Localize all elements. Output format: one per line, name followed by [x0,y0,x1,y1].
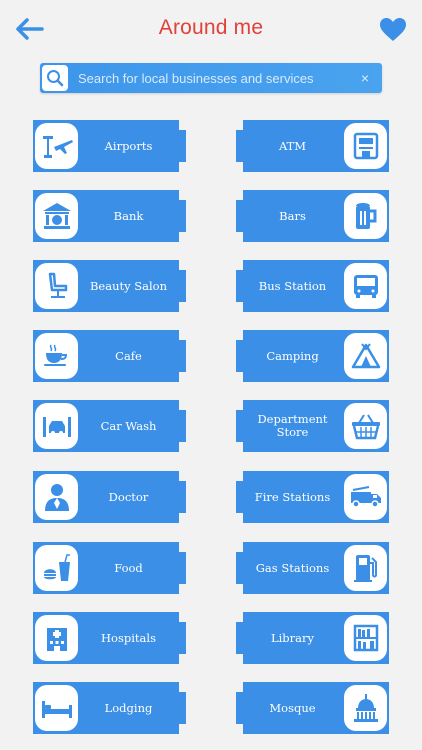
category-label: Doctor [108,489,149,504]
search-icon [47,70,64,87]
category-tile-cafe[interactable]: Cafe [33,330,189,382]
heart-icon [380,17,406,41]
category-label: Department Store [257,412,328,439]
category-label: Beauty Salon [89,278,168,293]
car-wash-icon [35,403,78,449]
page-title: Around me [158,16,264,39]
category-tile-camping[interactable]: Camping [233,330,389,382]
fast-food-icon [35,545,78,591]
category-label: Airports [104,138,153,153]
beer-icon [344,193,387,239]
category-label: Fire Stations [254,489,331,504]
basket-icon [344,403,387,449]
category-label: Gas Stations [255,560,330,575]
category-tile-doctor[interactable]: Doctor [33,471,189,523]
category-label: Car Wash [100,418,157,433]
coffee-cup-icon [35,333,78,379]
category-tile-bus-station[interactable]: Bus Station [233,260,389,312]
bed-icon [35,685,78,731]
salon-chair-icon [35,263,78,309]
mosque-icon [344,685,387,731]
search-bar: × [40,63,382,93]
gas-pump-icon [344,545,387,591]
header: Around me [0,0,422,58]
category-tile-library[interactable]: Library [233,612,389,664]
category-tile-car-wash[interactable]: Car Wash [33,400,189,452]
category-tile-hospitals[interactable]: Hospitals [33,612,189,664]
favorites-button[interactable] [378,14,408,44]
category-label: Hospitals [101,630,156,645]
bus-icon [344,263,387,309]
category-tile-fire-stations[interactable]: Fire Stations [233,471,389,523]
category-tile-airports[interactable]: Airports [33,120,189,172]
category-label: Lodging [104,700,153,715]
doctor-icon [35,474,78,520]
bookshelf-icon [344,615,387,661]
clear-search-button[interactable]: × [352,65,378,91]
category-label: Bus Station [258,278,327,293]
category-tile-bars[interactable]: Bars [233,190,389,242]
category-tile-beauty-salon[interactable]: Beauty Salon [33,260,189,312]
close-icon: × [360,70,370,86]
category-tile-lodging[interactable]: Lodging [33,682,189,734]
category-label: Bank [113,208,144,223]
airport-icon [35,123,78,169]
category-label: Mosque [269,700,316,715]
category-label: Cafe [115,348,142,363]
category-tile-bank[interactable]: Bank [33,190,189,242]
category-label: Food [114,560,143,575]
category-tile-department-store[interactable]: Department Store [233,400,389,452]
category-tile-food[interactable]: Food [33,542,189,594]
category-tile-gas-stations[interactable]: Gas Stations [233,542,389,594]
category-tile-atm[interactable]: ATM [233,120,389,172]
hospital-icon [35,615,78,661]
tent-icon [344,333,387,379]
category-label: ATM [278,138,307,153]
search-input[interactable] [68,63,352,93]
category-label: Bars [279,208,306,223]
category-label: Library [270,630,315,645]
search-icon-box[interactable] [42,65,68,91]
category-label: Camping [266,348,319,363]
fire-truck-icon [344,474,387,520]
bank-icon [35,193,78,239]
category-tile-mosque[interactable]: Mosque [233,682,389,734]
atm-icon [344,123,387,169]
